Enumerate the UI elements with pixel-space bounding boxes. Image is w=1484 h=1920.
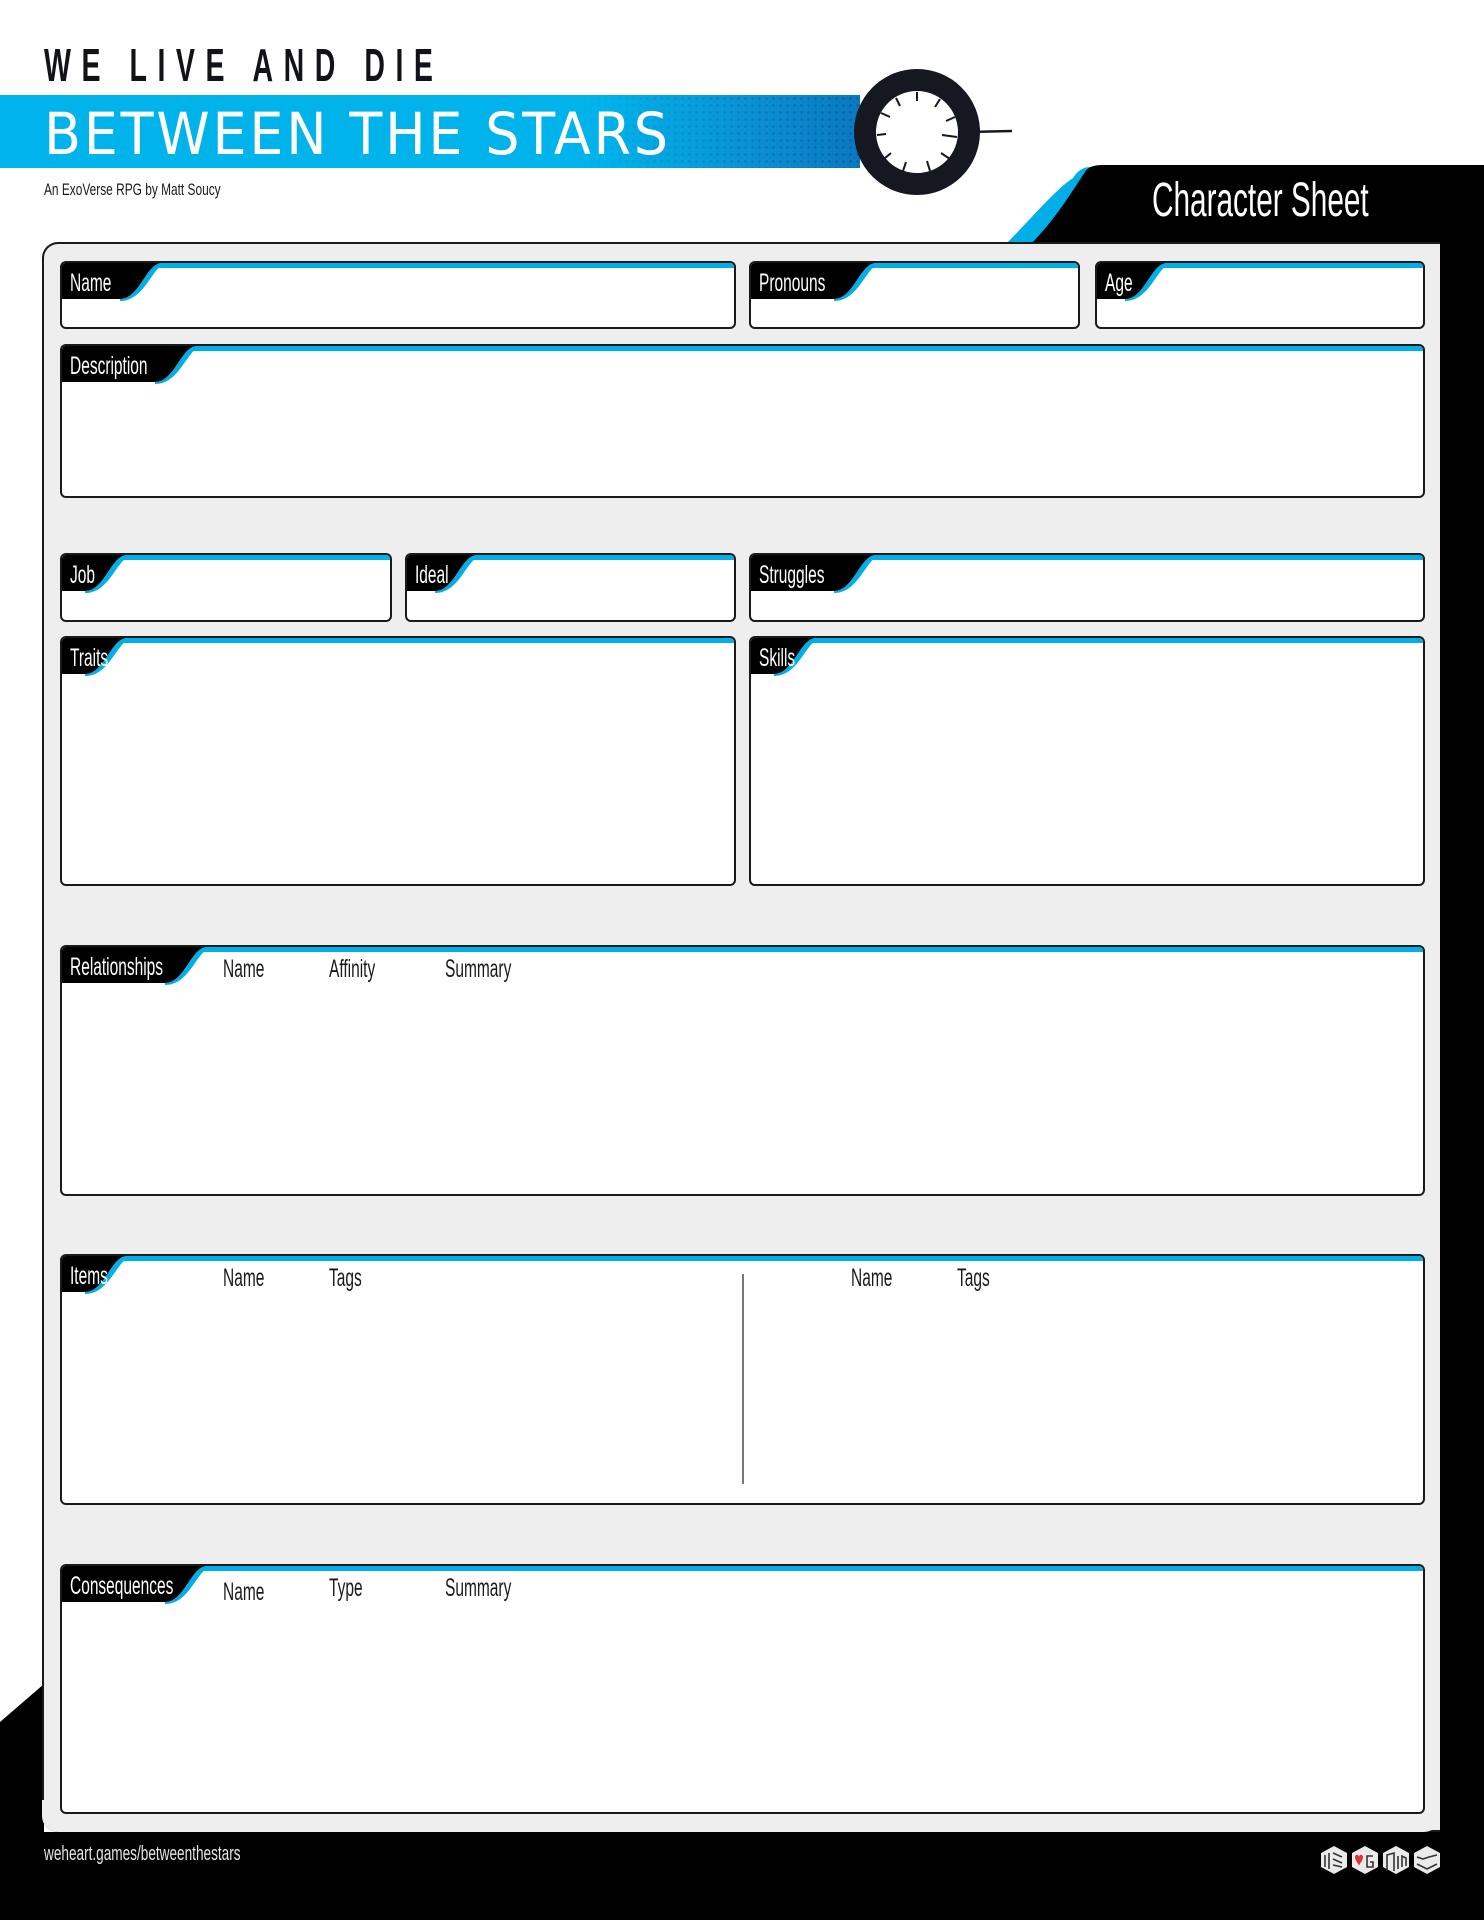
column-header-affinity: Affinity <box>329 955 376 983</box>
traits-field[interactable]: Traits <box>60 636 736 886</box>
relationships-table[interactable]: Relationships Name Affinity Summary <box>60 945 1425 1196</box>
column-header-type: Type <box>329 1574 363 1602</box>
column-header-tags-right: Tags <box>957 1264 990 1292</box>
right-black-strip <box>1440 240 1484 1920</box>
skills-label: Skills <box>759 644 796 672</box>
job-field[interactable]: Job <box>60 553 392 622</box>
we-heart-games-cubes-icon <box>1320 1845 1444 1875</box>
name-label: Name <box>70 269 112 297</box>
column-header-name: Name <box>223 955 265 983</box>
column-header-name: Name <box>223 1578 265 1606</box>
description-label: Description <box>70 352 148 380</box>
name-field[interactable]: Name <box>60 261 736 329</box>
skills-field[interactable]: Skills <box>749 636 1425 886</box>
column-header-summary: Summary <box>445 1574 512 1602</box>
game-title: BETWEEN THE STARS <box>44 100 671 168</box>
left-black-wedge <box>0 1684 44 1840</box>
job-label: Job <box>70 561 95 589</box>
byline: An ExoVerse RPG by Matt Soucy <box>44 180 221 199</box>
items-label: Items <box>70 1262 108 1290</box>
items-table[interactable]: Items Name Tags Name Tags <box>60 1254 1425 1505</box>
pronouns-label: Pronouns <box>759 269 826 297</box>
consequences-table[interactable]: Consequences Name Type Summary <box>60 1564 1425 1814</box>
sheet-title: Character Sheet <box>1152 174 1369 227</box>
pronouns-field[interactable]: Pronouns <box>749 261 1080 329</box>
age-field[interactable]: Age <box>1095 261 1425 329</box>
relationships-label: Relationships <box>70 953 164 981</box>
tagline: WE LIVE AND DIE <box>44 39 444 91</box>
footer-url-link[interactable]: weheart.games/betweenthestars <box>44 1843 241 1866</box>
description-field[interactable]: Description <box>60 344 1425 498</box>
ideal-field[interactable]: Ideal <box>405 553 736 622</box>
column-header-name-right: Name <box>851 1264 893 1292</box>
items-column-divider <box>742 1274 744 1484</box>
ideal-label: Ideal <box>415 561 449 589</box>
traits-label: Traits <box>70 644 109 672</box>
struggles-field[interactable]: Struggles <box>749 553 1425 622</box>
column-header-name-left: Name <box>223 1264 265 1292</box>
age-label: Age <box>1105 269 1133 297</box>
column-header-tags-left: Tags <box>329 1264 362 1292</box>
column-header-summary: Summary <box>445 955 512 983</box>
struggles-label: Struggles <box>759 561 825 589</box>
consequences-label: Consequences <box>70 1572 174 1600</box>
